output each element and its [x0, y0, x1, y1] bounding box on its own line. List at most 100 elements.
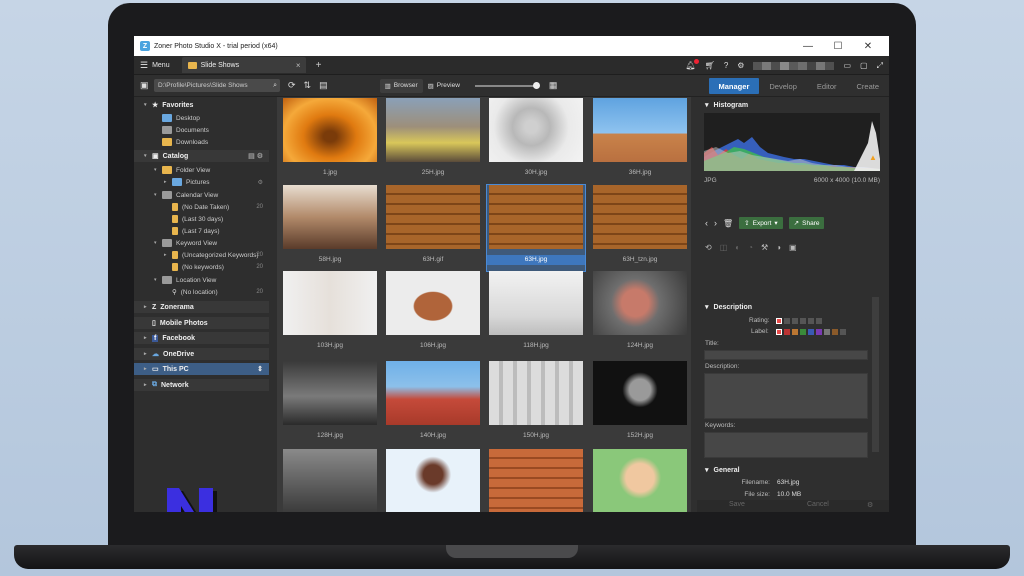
- sidebar-item-network[interactable]: ▸ ⧉ Network: [134, 379, 269, 391]
- thumbnail[interactable]: 36H.jpg: [591, 98, 689, 184]
- tab-develop[interactable]: Develop: [759, 78, 807, 94]
- preview-button[interactable]: ▨ Preview: [423, 79, 465, 93]
- catalog-tools-icon[interactable]: ▤ ⚙︎: [248, 152, 263, 160]
- thumbnail-size-slider[interactable]: [474, 81, 540, 89]
- description-field[interactable]: [704, 373, 868, 419]
- sidebar-item-no-location[interactable]: ⚲ (No location) 20: [172, 286, 269, 298]
- keywords-field[interactable]: [704, 432, 868, 458]
- sidebar-item-calendar-view[interactable]: ▾ Calendar View: [154, 189, 218, 201]
- cart-icon[interactable]: 🛒︎: [705, 61, 715, 70]
- thumbnail[interactable]: 124H.jpg: [591, 271, 689, 357]
- grid-view-icon[interactable]: ▦: [549, 80, 558, 91]
- previous-icon[interactable]: ‹: [705, 218, 708, 228]
- monitor-icon[interactable]: ▢: [860, 61, 868, 70]
- color-labels[interactable]: [776, 329, 846, 335]
- sidebar-item-no-date[interactable]: (No Date Taken) 20: [172, 201, 269, 213]
- add-folder-icon[interactable]: ▣: [140, 80, 149, 91]
- thumbnail[interactable]: 1.jpg: [281, 98, 379, 184]
- panel-scrollbar[interactable]: [872, 297, 879, 452]
- path-field[interactable]: D:\Profile\Pictures\Slide Shows ⌕: [154, 79, 280, 92]
- next-icon[interactable]: ›: [714, 218, 717, 228]
- save-button[interactable]: Save: [729, 501, 745, 508]
- sidebar-item-folder-view[interactable]: ▾ Folder View: [154, 164, 210, 176]
- crop-icon[interactable]: ◫: [720, 243, 728, 252]
- sidebar-item-keyword-view[interactable]: ▾ Keyword View: [154, 237, 217, 249]
- browser-button[interactable]: ▥ Browser: [379, 78, 423, 93]
- general-header[interactable]: ▾ General: [697, 464, 882, 476]
- cancel-button[interactable]: Cancel: [807, 501, 829, 508]
- tools-icon[interactable]: ⚒: [761, 243, 768, 252]
- sidebar-item-no-keywords[interactable]: (No keywords) 20: [172, 261, 269, 273]
- title-field[interactable]: [704, 350, 868, 360]
- thumbnail[interactable]: [591, 449, 689, 512]
- folder-action-icon[interactable]: ▤: [319, 80, 328, 91]
- refresh-icon[interactable]: ⟳: [288, 80, 296, 91]
- description-header[interactable]: ▾ Description: [697, 301, 882, 313]
- stack-icon[interactable]: ◔: [748, 243, 753, 252]
- chat-icon[interactable]: ▭: [843, 61, 851, 70]
- thumbnail[interactable]: 118H.jpg: [487, 271, 585, 357]
- tab-slide-shows[interactable]: Slide Shows ×: [181, 57, 306, 73]
- palette-icon[interactable]: ◑: [776, 243, 781, 252]
- sidebar-item-onedrive[interactable]: ▸ ☁ OneDrive: [134, 348, 269, 360]
- histogram-header[interactable]: ▾ Histogram: [697, 99, 882, 111]
- adjust-icon[interactable]: ◐: [735, 243, 740, 252]
- thumbnail[interactable]: [487, 449, 585, 512]
- folder-icon: [187, 61, 197, 69]
- catalog-header[interactable]: ▾ ▣ Catalog ▤ ⚙︎: [134, 150, 269, 162]
- fullscreen-icon[interactable]: ⤢: [877, 61, 883, 71]
- minimize-button[interactable]: —: [793, 36, 823, 56]
- settings-gear-icon[interactable]: ⚙︎: [737, 61, 744, 70]
- favorites-header[interactable]: ▾ ★ Favorites: [144, 99, 193, 111]
- thumbnail[interactable]: 152H.jpg: [591, 361, 689, 447]
- rating-stars[interactable]: [776, 318, 822, 324]
- slider-knob[interactable]: [532, 81, 540, 89]
- comment-icon[interactable]: ▣: [789, 243, 797, 252]
- thumbnail[interactable]: 103H.jpg: [281, 271, 379, 357]
- sidebar-item-uncategorized[interactable]: ▸ (Uncategorized Keywords) 20: [164, 249, 269, 261]
- sort-icon[interactable]: ⇅: [304, 80, 312, 91]
- rotate-icon[interactable]: ⟲: [705, 243, 712, 252]
- thumbnail[interactable]: [384, 449, 482, 512]
- thumbnail[interactable]: 63H.gif: [384, 185, 482, 271]
- menu-button[interactable]: ☰ Menu: [134, 56, 176, 75]
- thumbnail[interactable]: 25H.jpg: [384, 98, 482, 184]
- sidebar-item-mobile-photos[interactable]: ▯ Mobile Photos: [134, 317, 269, 329]
- tab-manager[interactable]: Manager: [708, 78, 760, 94]
- thumbnail[interactable]: 63H.jpg: [486, 184, 586, 272]
- export-button[interactable]: ⇪ Export ▾: [739, 217, 783, 229]
- sidebar-item-last-7[interactable]: (Last 7 days): [172, 225, 220, 237]
- help-icon[interactable]: ?: [724, 61, 728, 70]
- search-icon[interactable]: ⌕: [273, 82, 277, 90]
- thumbnail[interactable]: 128H.jpg: [281, 361, 379, 447]
- notification-bell-icon[interactable]: 🔔︎: [686, 59, 699, 70]
- tab-create[interactable]: Create: [846, 78, 889, 94]
- sidebar-item-documents[interactable]: Documents: [162, 124, 209, 136]
- sidebar-item-desktop[interactable]: Desktop: [162, 112, 200, 124]
- thumbnail[interactable]: 58H.jpg: [281, 185, 379, 271]
- thumbnail[interactable]: 140H.jpg: [384, 361, 482, 447]
- sidebar-item-last-30[interactable]: (Last 30 days): [172, 213, 223, 225]
- tab-close-icon[interactable]: ×: [296, 61, 301, 70]
- sidebar-item-facebook[interactable]: ▸ f Facebook: [134, 332, 269, 344]
- account-area[interactable]: [753, 61, 835, 70]
- thumbnail[interactable]: 30H.jpg: [487, 98, 585, 184]
- delete-icon[interactable]: 🗑︎: [723, 219, 733, 228]
- sidebar-item-zonerama[interactable]: ▸ Z Zonerama: [134, 301, 269, 313]
- share-button[interactable]: ↗ Share: [788, 217, 825, 229]
- maximize-button[interactable]: ☐: [823, 36, 853, 56]
- sidebar-item-this-pc[interactable]: ▸ ▭ This PC ⇕: [134, 363, 269, 375]
- thumbnail[interactable]: 63H_tzn.jpg: [591, 185, 689, 271]
- sidebar-item-pictures[interactable]: ▸ Pictures ⚙︎: [164, 176, 269, 188]
- thumbnail-caption: 140H.jpg: [419, 432, 447, 439]
- expand-icon[interactable]: ⇕: [257, 365, 263, 373]
- gear-icon[interactable]: ⚙︎: [867, 501, 873, 509]
- sidebar-item-downloads[interactable]: Downloads: [162, 136, 208, 148]
- close-button[interactable]: ✕: [853, 36, 883, 56]
- thumbnail[interactable]: 106H.jpg: [384, 271, 482, 357]
- thumbnail[interactable]: 150H.jpg: [487, 361, 585, 447]
- tab-editor[interactable]: Editor: [807, 78, 847, 94]
- add-tab-button[interactable]: +: [316, 60, 322, 71]
- sidebar-item-location-view[interactable]: ▾ Location View: [154, 274, 216, 286]
- thumbnail[interactable]: [281, 449, 379, 512]
